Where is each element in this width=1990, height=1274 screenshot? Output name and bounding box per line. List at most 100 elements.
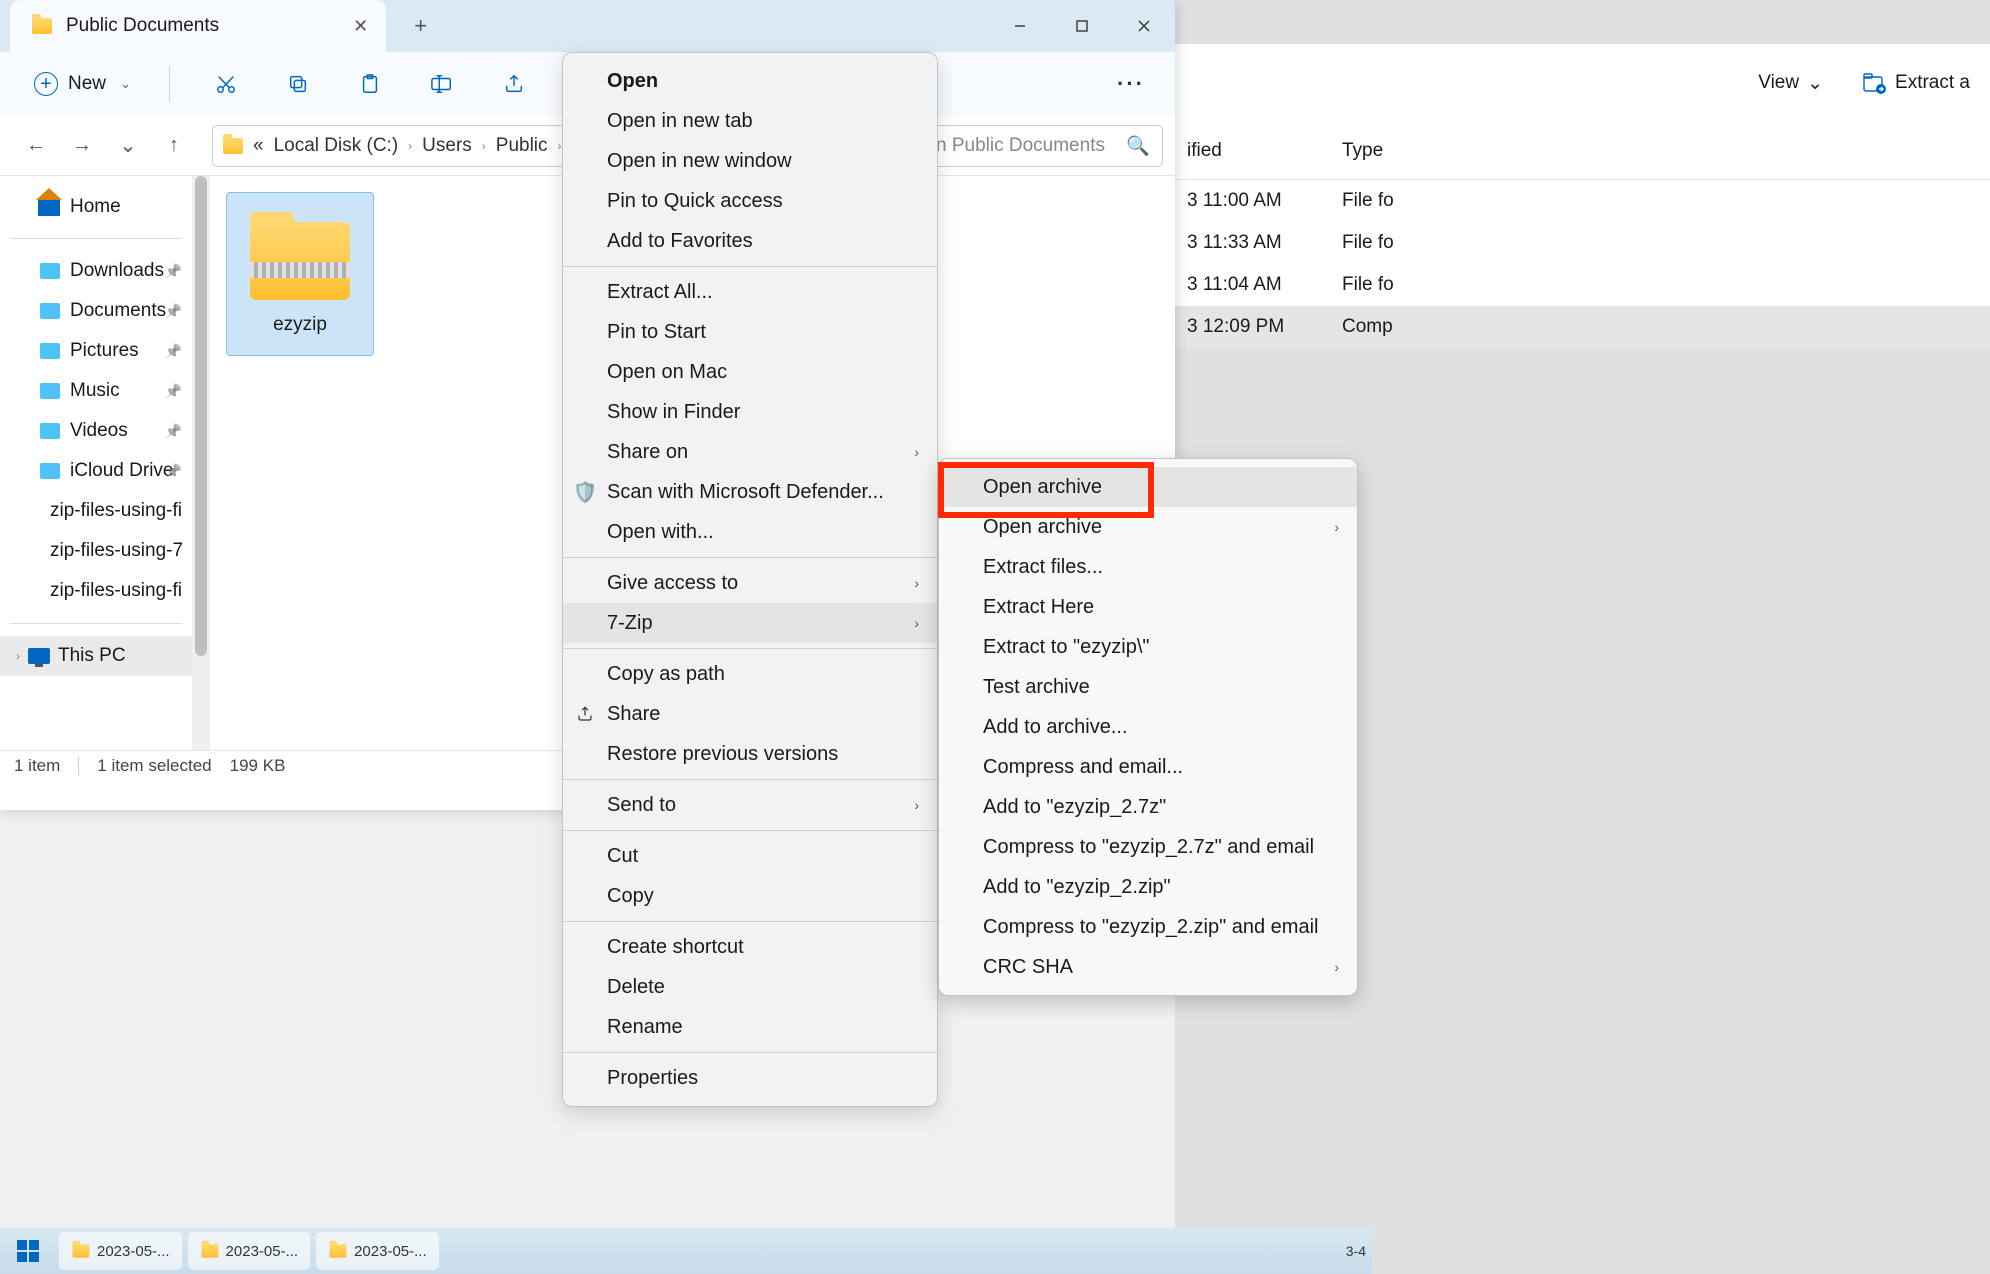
sidebar-item[interactable]: Pictures: [0, 331, 192, 371]
minimize-button[interactable]: [989, 0, 1051, 52]
sidebar-item[interactable]: Videos: [0, 411, 192, 451]
view-button[interactable]: View ⌄: [1758, 72, 1823, 95]
submenu-7zip: Open archiveOpen archive›Extract files..…: [938, 458, 1358, 996]
cm-delete[interactable]: Delete: [563, 967, 937, 1007]
cm-pin-quick-access[interactable]: Pin to Quick access: [563, 181, 937, 221]
paste-button[interactable]: [346, 63, 394, 105]
windows-logo-icon: [17, 1240, 39, 1262]
taskbar-clock[interactable]: 3-4: [1346, 1243, 1366, 1259]
home-icon: [38, 198, 60, 216]
submenu-item[interactable]: Open archive: [939, 467, 1357, 507]
col-modified[interactable]: ified: [1187, 140, 1342, 162]
cm-open[interactable]: Open: [563, 61, 937, 101]
tab-public-documents[interactable]: Public Documents ✕: [10, 0, 386, 52]
recent-locations-button[interactable]: ⌄: [108, 126, 148, 166]
sidebar-item[interactable]: zip-files-using-7: [0, 531, 192, 571]
cut-button[interactable]: [202, 63, 250, 105]
chevron-down-icon: ⌄: [1807, 72, 1823, 95]
back-button[interactable]: ←: [16, 126, 56, 166]
cm-pin-start[interactable]: Pin to Start: [563, 312, 937, 352]
folder-icon: [40, 263, 60, 279]
sidebar-item[interactable]: Documents: [0, 291, 192, 331]
copy-button[interactable]: [274, 63, 322, 105]
cm-restore[interactable]: Restore previous versions: [563, 734, 937, 774]
cm-copy[interactable]: Copy: [563, 876, 937, 916]
submenu-item[interactable]: Compress and email...: [939, 747, 1357, 787]
search-input[interactable]: n Public Documents 🔍: [923, 125, 1163, 167]
separator: [78, 757, 79, 775]
taskbar-item[interactable]: 2023-05-...: [316, 1232, 439, 1270]
forward-button[interactable]: →: [62, 126, 102, 166]
cm-open-new-tab[interactable]: Open in new tab: [563, 101, 937, 141]
extract-all-button[interactable]: Extract a: [1863, 72, 1970, 94]
submenu-item[interactable]: Test archive: [939, 667, 1357, 707]
sidebar-this-pc[interactable]: › This PC: [0, 636, 192, 676]
share-button[interactable]: [490, 63, 538, 105]
submenu-item[interactable]: Compress to "ezyzip_2.zip" and email: [939, 907, 1357, 947]
submenu-item[interactable]: Extract to "ezyzip\": [939, 627, 1357, 667]
submenu-item[interactable]: CRC SHA›: [939, 947, 1357, 987]
cm-create-shortcut[interactable]: Create shortcut: [563, 927, 937, 967]
sidebar-item[interactable]: iCloud Drive: [0, 451, 192, 491]
breadcrumb-item[interactable]: Local Disk (C:): [274, 135, 399, 157]
cm-properties[interactable]: Properties: [563, 1058, 937, 1098]
cm-cut[interactable]: Cut: [563, 836, 937, 876]
cm-defender[interactable]: 🛡️Scan with Microsoft Defender...: [563, 472, 937, 512]
taskbar-item[interactable]: 2023-05-...: [59, 1232, 182, 1270]
chevron-right-icon: ›: [1334, 519, 1339, 535]
breadcrumb-item[interactable]: Users: [422, 135, 472, 157]
cm-share[interactable]: Share: [563, 694, 937, 734]
submenu-item[interactable]: Add to "ezyzip_2.7z": [939, 787, 1357, 827]
close-tab-icon[interactable]: ✕: [353, 16, 368, 37]
breadcrumb-item[interactable]: Public: [496, 135, 548, 157]
bg-file-row[interactable]: 3 11:33 AMFile fo: [1175, 222, 1990, 264]
sidebar-item[interactable]: Downloads: [0, 251, 192, 291]
submenu-item-label: CRC SHA: [983, 956, 1073, 979]
cm-open-new-window[interactable]: Open in new window: [563, 141, 937, 181]
cm-extract-all[interactable]: Extract All...: [563, 272, 937, 312]
cm-open-on-mac[interactable]: Open on Mac: [563, 352, 937, 392]
sidebar-item[interactable]: zip-files-using-fi: [0, 571, 192, 611]
cm-rename[interactable]: Rename: [563, 1007, 937, 1047]
submenu-item[interactable]: Add to "ezyzip_2.zip": [939, 867, 1357, 907]
taskbar-item-label: 2023-05-...: [354, 1243, 427, 1260]
new-tab-button[interactable]: +: [414, 13, 427, 39]
cm-open-with[interactable]: Open with...: [563, 512, 937, 552]
submenu-item[interactable]: Extract Here: [939, 587, 1357, 627]
cm-copy-path[interactable]: Copy as path: [563, 654, 937, 694]
cm-share-on[interactable]: Share on›: [563, 432, 937, 472]
new-button[interactable]: + New ⌄: [20, 63, 145, 105]
close-window-button[interactable]: [1113, 0, 1175, 52]
file-ezyzip[interactable]: ezyzip: [226, 192, 374, 356]
cm-give-access[interactable]: Give access to›: [563, 563, 937, 603]
sidebar-item[interactable]: zip-files-using-fi: [0, 491, 192, 531]
cm-send-to[interactable]: Send to›: [563, 785, 937, 825]
sidebar-scrollbar[interactable]: [192, 176, 210, 750]
more-button[interactable]: ···: [1107, 71, 1155, 97]
cm-add-favorites[interactable]: Add to Favorites: [563, 221, 937, 261]
status-selected: 1 item selected: [97, 756, 211, 776]
separator: [563, 648, 937, 649]
rename-button[interactable]: [418, 63, 466, 105]
sidebar-item-label: zip-files-using-fi: [50, 500, 182, 522]
bg-file-row[interactable]: 3 11:04 AMFile fo: [1175, 264, 1990, 306]
submenu-item[interactable]: Open archive›: [939, 507, 1357, 547]
col-type[interactable]: Type: [1342, 140, 1442, 162]
submenu-item[interactable]: Add to archive...: [939, 707, 1357, 747]
maximize-button[interactable]: [1051, 0, 1113, 52]
bg-file-row[interactable]: 3 11:00 AMFile fo: [1175, 180, 1990, 222]
sidebar-home[interactable]: Home: [0, 188, 192, 226]
up-button[interactable]: ↑: [154, 126, 194, 166]
start-button[interactable]: [0, 1231, 56, 1271]
taskbar-item[interactable]: 2023-05-...: [188, 1232, 311, 1270]
bg-file-row[interactable]: 3 12:09 PMComp: [1175, 306, 1990, 348]
cm-show-in-finder[interactable]: Show in Finder: [563, 392, 937, 432]
submenu-item[interactable]: Extract files...: [939, 547, 1357, 587]
chevron-right-icon: ›: [914, 797, 919, 813]
scrollbar-thumb[interactable]: [195, 176, 207, 656]
submenu-item[interactable]: Compress to "ezyzip_2.7z" and email: [939, 827, 1357, 867]
cell-type: File fo: [1342, 274, 1442, 296]
sidebar-item[interactable]: Music: [0, 371, 192, 411]
submenu-item-label: Extract Here: [983, 596, 1094, 619]
cm-7zip[interactable]: 7-Zip›: [563, 603, 937, 643]
